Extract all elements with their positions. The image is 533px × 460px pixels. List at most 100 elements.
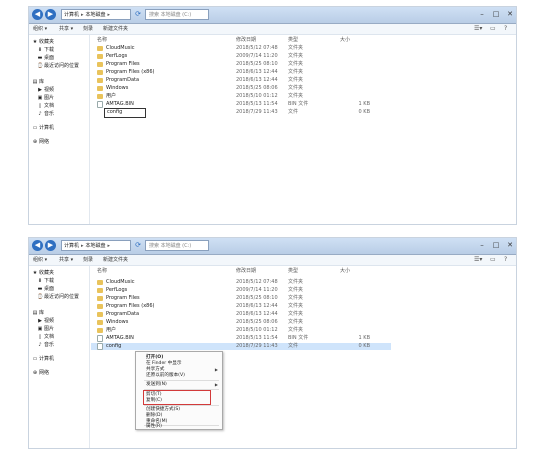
- sidebar-item-desktop[interactable]: ▬ 桌面: [37, 55, 54, 62]
- folder-icon: [97, 78, 103, 83]
- search-input[interactable]: 搜索 本地磁盘 (C:): [145, 9, 209, 20]
- address-bar[interactable]: 计算机 ▸ 本地磁盘 ▸: [61, 9, 131, 20]
- minimize-icon[interactable]: –: [477, 9, 487, 19]
- column-header-date[interactable]: 修改日期: [236, 36, 256, 43]
- back-button[interactable]: ◀: [32, 240, 43, 251]
- column-header-date[interactable]: 修改日期: [236, 267, 256, 274]
- close-icon[interactable]: ✕: [505, 240, 515, 250]
- new-folder-button[interactable]: 新建文件夹: [103, 24, 128, 34]
- menu-item-restore-versions[interactable]: 还原以前的版本(V): [146, 373, 185, 379]
- table-row[interactable]: Program Files 2018/5/25 08:10 文件夹: [91, 61, 391, 68]
- refresh-icon[interactable]: ⟳: [133, 240, 143, 251]
- sidebar-item-documents[interactable]: ▯ 文档: [37, 103, 54, 110]
- folder-icon: [97, 288, 103, 293]
- sidebar-item-computer[interactable]: ▭ 计算机: [32, 125, 54, 132]
- sidebar-item-videos[interactable]: ▶ 视频: [37, 318, 54, 325]
- sidebar-item-network[interactable]: ⊕ 网络: [32, 139, 49, 146]
- toolbar: 组织 ▾ 共享 ▾ 刻录 新建文件夹 ☰▾ ▭ ?: [29, 255, 516, 266]
- table-row[interactable]: PerfLogs 2009/7/14 11:20 文件夹: [91, 53, 391, 60]
- sidebar-item-libraries[interactable]: ▤ 库: [32, 310, 44, 317]
- sidebar-item-recent[interactable]: ⌚最近访问的位置: [37, 63, 79, 70]
- submenu-arrow-icon: ▶: [214, 382, 218, 387]
- address-bar[interactable]: 计算机 ▸ 本地磁盘 ▸: [61, 240, 131, 251]
- organize-button[interactable]: 组织 ▾: [33, 24, 47, 34]
- organize-button[interactable]: 组织 ▾: [33, 255, 47, 265]
- minimize-icon[interactable]: –: [477, 240, 487, 250]
- breadcrumb-computer[interactable]: 计算机: [64, 12, 79, 18]
- image-icon: ▣: [37, 326, 43, 332]
- sidebar-item-videos[interactable]: ▶ 视频: [37, 87, 54, 94]
- library-icon: ▤: [32, 79, 38, 85]
- close-icon[interactable]: ✕: [505, 9, 515, 19]
- table-row-selected[interactable]: config 2018/7/29 11:43 文件 0 KB: [91, 343, 391, 350]
- share-button[interactable]: 共享 ▾: [59, 24, 73, 34]
- sidebar-item-music[interactable]: ♪ 音乐: [37, 111, 54, 118]
- sidebar-item-recent[interactable]: ⌚最近访问的位置: [37, 294, 79, 301]
- help-icon[interactable]: ?: [504, 255, 507, 265]
- preview-pane-icon[interactable]: ▭: [490, 24, 496, 34]
- network-icon: ⊕: [32, 139, 38, 145]
- view-options-icon[interactable]: ☰▾: [474, 24, 482, 34]
- document-icon: ▯: [38, 334, 42, 340]
- share-button[interactable]: 共享 ▾: [59, 255, 73, 265]
- toolbar: 组织 ▾ 共享 ▾ 刻录 新建文件夹 ☰▾ ▭ ?: [29, 24, 516, 35]
- table-row[interactable]: CloudMusic 2018/5/12 07:48 文件夹: [91, 45, 391, 52]
- star-icon: ★: [32, 270, 38, 276]
- sidebar-item-favorites[interactable]: ★ 收藏夹: [32, 39, 54, 46]
- maximize-icon[interactable]: □: [491, 240, 501, 250]
- sidebar-item-downloads[interactable]: ⬇ 下载: [37, 47, 54, 54]
- new-folder-button[interactable]: 新建文件夹: [103, 255, 128, 265]
- back-button[interactable]: ◀: [32, 9, 43, 20]
- table-row[interactable]: Program Files 2018/5/25 08:10 文件夹: [91, 295, 391, 302]
- sidebar-item-desktop[interactable]: ▬ 桌面: [37, 286, 54, 293]
- forward-button[interactable]: ▶: [45, 9, 56, 20]
- column-header-type[interactable]: 类型: [288, 267, 298, 274]
- menu-item-send-to[interactable]: 发送到(N): [146, 382, 167, 388]
- sidebar-item-downloads[interactable]: ⬇ 下载: [37, 278, 54, 285]
- help-icon[interactable]: ?: [504, 24, 507, 34]
- table-row[interactable]: ProgramData 2018/6/13 12:44 文件夹: [91, 77, 391, 84]
- table-row[interactable]: 用户 2018/5/10 01:12 文件夹: [91, 327, 391, 334]
- table-row[interactable]: AMTAG.BIN 2018/5/13 11:54 BIN 文件 1 KB: [91, 335, 391, 342]
- column-header-size[interactable]: 大小: [340, 267, 350, 274]
- table-row[interactable]: config 2018/7/29 11:43 文件 0 KB: [91, 108, 391, 118]
- breadcrumb-local-disk[interactable]: 本地磁盘: [86, 243, 106, 249]
- sidebar-item-libraries[interactable]: ▤ 库: [32, 79, 44, 86]
- burn-button[interactable]: 刻录: [83, 24, 93, 34]
- column-header-size[interactable]: 大小: [340, 36, 350, 43]
- column-header-name[interactable]: 名称: [97, 267, 107, 274]
- column-header-type[interactable]: 类型: [288, 36, 298, 43]
- view-options-icon[interactable]: ☰▾: [474, 255, 482, 265]
- computer-icon: ▭: [32, 356, 38, 362]
- burn-button[interactable]: 刻录: [83, 255, 93, 265]
- maximize-icon[interactable]: □: [491, 9, 501, 19]
- sidebar-item-network[interactable]: ⊕ 网络: [32, 370, 49, 377]
- table-row[interactable]: ProgramData 2018/6/13 12:44 文件夹: [91, 311, 391, 318]
- table-row[interactable]: Program Files (x86) 2018/6/13 12:44 文件夹: [91, 303, 391, 310]
- search-input[interactable]: 搜索 本地磁盘 (C:): [145, 240, 209, 251]
- sidebar-item-computer[interactable]: ▭ 计算机: [32, 356, 54, 363]
- recent-icon: ⌚: [37, 63, 44, 69]
- menu-item-properties[interactable]: 属性(R): [146, 424, 162, 430]
- sidebar-item-documents[interactable]: ▯ 文档: [37, 334, 54, 341]
- refresh-icon[interactable]: ⟳: [133, 9, 143, 20]
- sidebar-item-music[interactable]: ♪ 音乐: [37, 342, 54, 349]
- forward-button[interactable]: ▶: [45, 240, 56, 251]
- table-row[interactable]: PerfLogs 2009/7/14 11:20 文件夹: [91, 287, 391, 294]
- table-row[interactable]: AMTAG.BIN 2018/5/13 11:54 BIN 文件 1 KB: [91, 101, 391, 108]
- breadcrumb-local-disk[interactable]: 本地磁盘: [86, 12, 106, 18]
- table-row[interactable]: Windows 2018/5/25 08:06 文件夹: [91, 319, 391, 326]
- table-row[interactable]: Program Files (x86) 2018/6/13 12:44 文件夹: [91, 69, 391, 76]
- table-row[interactable]: Windows 2018/5/25 08:06 文件夹: [91, 85, 391, 92]
- preview-pane-icon[interactable]: ▭: [490, 255, 496, 265]
- sidebar-item-pictures[interactable]: ▣ 图片: [37, 326, 54, 333]
- sidebar-item-favorites[interactable]: ★ 收藏夹: [32, 270, 54, 277]
- table-row[interactable]: CloudMusic 2018/5/12 07:48 文件夹: [91, 279, 391, 286]
- column-header-name[interactable]: 名称: [97, 36, 107, 43]
- table-row[interactable]: 用户 2018/5/10 01:12 文件夹: [91, 93, 391, 100]
- navigation-pane: ★ 收藏夹 ⬇ 下载 ▬ 桌面 ⌚最近访问的位置 ▤ 库 ▶ 视频 ▣ 图片 ▯ 文档 ♪ 音乐…: [29, 266, 90, 448]
- sidebar-item-pictures[interactable]: ▣ 图片: [37, 95, 54, 102]
- recent-icon: ⌚: [37, 294, 44, 300]
- explorer-window-top: ◀ ▶ 计算机 ▸ 本地磁盘 ▸ ⟳ 搜索 本地磁盘 (C:) – □ ✕ 组织 ▾ …: [28, 6, 517, 225]
- breadcrumb-computer[interactable]: 计算机: [64, 243, 79, 249]
